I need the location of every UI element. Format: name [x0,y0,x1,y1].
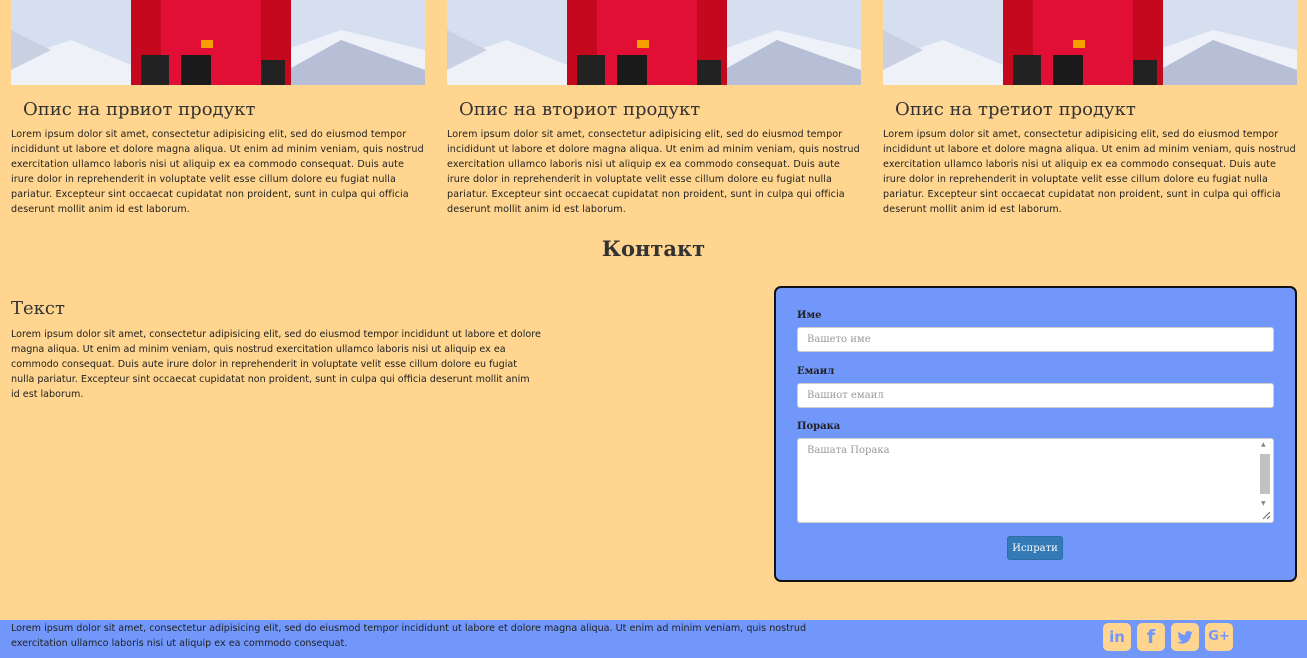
product-description: Lorem ipsum dolor sit amet, consectetur … [883,129,1296,215]
message-group: Порака Вашата Порака ▲ ▼ [797,421,1274,523]
message-scrollbar[interactable]: ▲ ▼ [1259,441,1271,507]
product-title: Опис на третиот продукт [895,99,1136,120]
contact-info: Текст Lorem ipsum dolor sit amet, consec… [11,298,541,402]
email-label: Емаил [797,366,835,377]
scroll-down-icon[interactable]: ▼ [1261,500,1266,507]
product-description: Lorem ipsum dolor sit amet, consectetur … [11,129,424,215]
product-image [11,0,425,85]
message-placeholder: Вашата Порака [807,445,890,456]
facebook-icon[interactable]: f [1137,623,1165,651]
product-card-2: Опис на вториот продукт Lorem ipsum dolo… [447,0,861,217]
email-group: Емаил Вашиот емаил [797,366,1274,408]
message-textarea[interactable]: Вашата Порака ▲ ▼ [797,438,1274,523]
name-input[interactable]: Вашето име [797,327,1274,352]
product-card-1: Опис на првиот продукт Lorem ipsum dolor… [11,0,425,217]
product-card-3: Опис на третиот продукт Lorem ipsum dolo… [883,0,1297,217]
product-title: Опис на вториот продукт [459,99,701,120]
contact-info-title: Текст [11,298,65,319]
contact-form: Име Вашето име Емаил Вашиот емаил Порака… [774,286,1297,582]
name-label: Име [797,310,822,321]
scroll-up-icon[interactable]: ▲ [1261,441,1266,448]
message-label: Порака [797,421,841,432]
contact-info-text: Lorem ipsum dolor sit amet, consectetur … [11,329,541,400]
google-plus-icon[interactable]: G+ [1205,623,1233,651]
footer: Lorem ipsum dolor sit amet, consectetur … [0,620,1307,658]
product-description: Lorem ipsum dolor sit amet, consectetur … [447,129,860,215]
submit-button[interactable]: Испрати [1007,536,1063,560]
product-title: Опис на првиот продукт [23,99,256,120]
resize-handle-icon[interactable] [1261,510,1271,520]
name-group: Име Вашето име [797,310,1274,352]
products-section: Опис на првиот продукт Lorem ipsum dolor… [11,0,1297,215]
product-image [883,0,1297,85]
product-image [447,0,861,85]
email-input[interactable]: Вашиот емаил [797,383,1274,408]
footer-text: Lorem ipsum dolor sit amet, consectetur … [11,623,807,649]
twitter-icon[interactable]: 🐦 [1171,623,1199,651]
twitter-bird-icon [1177,631,1193,644]
linkedin-icon[interactable]: in [1103,623,1131,651]
scroll-thumb[interactable] [1260,454,1270,494]
contact-heading: Контакт [601,236,706,261]
